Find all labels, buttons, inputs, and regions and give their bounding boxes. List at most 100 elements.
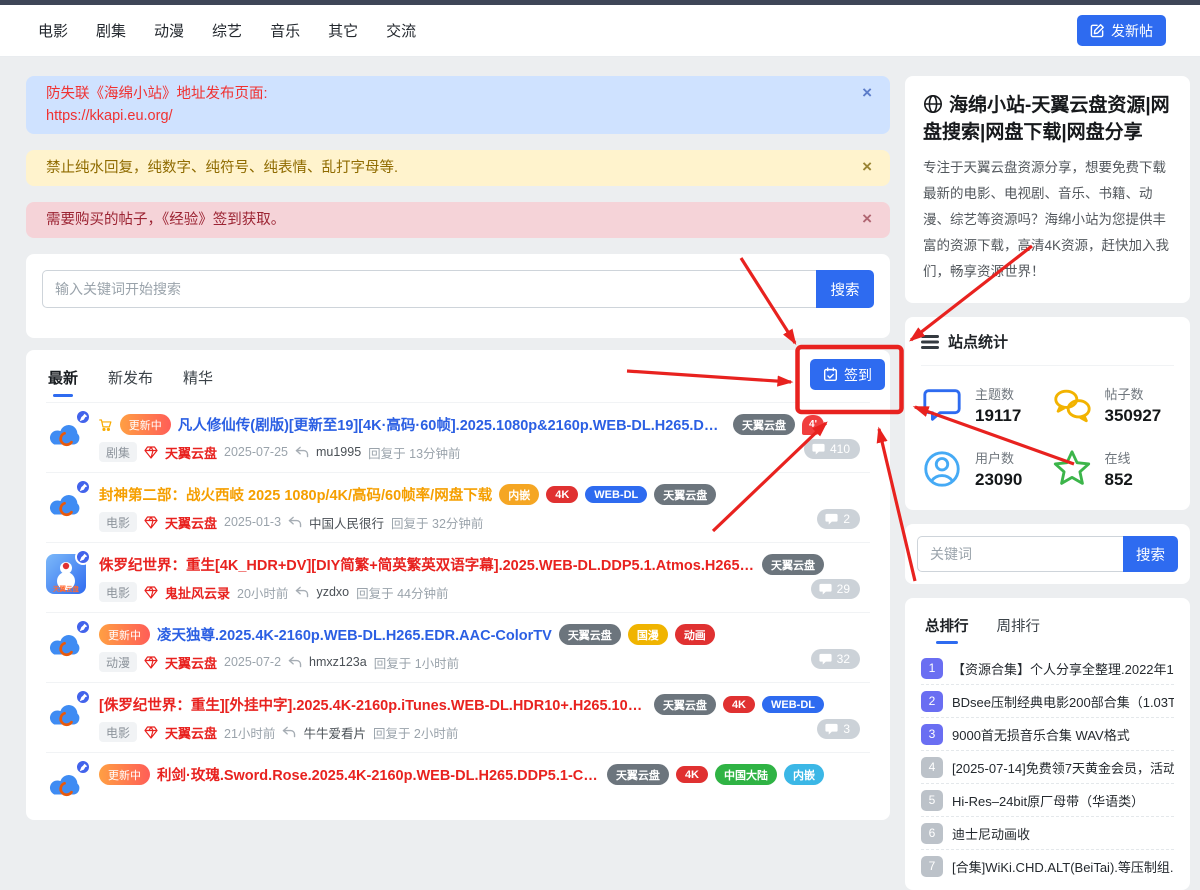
close-icon[interactable]: × bbox=[858, 83, 876, 103]
post-row: 更新中 利剑·玫瑰.Sword.Rose.2025.4K-2160p.WEB-D… bbox=[46, 753, 870, 816]
tag-badge: 4K bbox=[546, 486, 578, 503]
replier-link[interactable]: mu1995 bbox=[316, 445, 361, 459]
calendar-check-icon bbox=[823, 367, 838, 382]
search-button[interactable]: 搜索 bbox=[816, 270, 874, 308]
avatar[interactable] bbox=[46, 484, 86, 524]
search-card: 搜索 bbox=[26, 254, 890, 338]
stat-users: 用户数23090 bbox=[921, 448, 1045, 490]
avatar[interactable] bbox=[46, 414, 86, 454]
nav-movies[interactable]: 电影 bbox=[38, 20, 68, 41]
tab-digest[interactable]: 精华 bbox=[183, 367, 213, 402]
rank-number: 1 bbox=[921, 658, 943, 679]
rank-item[interactable]: 7[合集]WiKi.CHD.ALT(BeiTai).等压制组.1080p. bbox=[921, 850, 1174, 882]
post-title[interactable]: 利剑·玫瑰.Sword.Rose.2025.4K-2160p.WEB-DL.H2… bbox=[157, 764, 600, 785]
avatar[interactable]: 天翼云盘 bbox=[46, 554, 86, 594]
keyword-input[interactable] bbox=[917, 536, 1123, 572]
avatar-caption: 天翼云盘 bbox=[46, 583, 86, 593]
chat-bubble-icon bbox=[921, 384, 963, 426]
comment-count: 3 bbox=[817, 719, 860, 739]
nav-music[interactable]: 音乐 bbox=[270, 20, 300, 41]
rank-item[interactable]: 1【资源合集】个人分享全整理.2022年12 bbox=[921, 652, 1174, 685]
avatar[interactable] bbox=[46, 694, 86, 734]
gem-icon bbox=[144, 656, 158, 669]
gem-icon bbox=[144, 516, 158, 529]
replier-link[interactable]: yzdxo bbox=[316, 585, 349, 599]
owner-link[interactable]: 天翼云盘 bbox=[165, 653, 217, 672]
nav-forum[interactable]: 交流 bbox=[386, 20, 416, 41]
navbar: 电影 剧集 动漫 综艺 音乐 其它 交流 发新帖 bbox=[0, 5, 1200, 57]
rank-item[interactable]: 39000首无损音乐合集 WAV格式 bbox=[921, 718, 1174, 751]
tag-badge: 国漫 bbox=[628, 624, 668, 645]
replier-link[interactable]: 牛牛爱看片 bbox=[303, 723, 366, 742]
owner-link[interactable]: 天翼云盘 bbox=[165, 443, 217, 462]
alert-no-spam: 禁止纯水回复，纯数字、纯符号、纯表情、乱打字母等. × bbox=[26, 150, 890, 186]
reply-icon bbox=[295, 586, 309, 598]
alert-link[interactable]: https://kkapi.eu.org/ bbox=[46, 105, 858, 127]
close-icon[interactable]: × bbox=[858, 157, 876, 177]
replier-link[interactable]: hmxz123a bbox=[309, 655, 367, 669]
rank-item[interactable]: 6迪士尼动画收 bbox=[921, 817, 1174, 850]
tag-badge: WEB-DL bbox=[762, 696, 824, 713]
updating-badge: 更新中 bbox=[120, 414, 171, 435]
comment-bubble-icon bbox=[825, 513, 838, 525]
owner-link[interactable]: 天翼云盘 bbox=[165, 723, 217, 742]
new-post-button[interactable]: 发新帖 bbox=[1077, 15, 1166, 46]
search-input[interactable] bbox=[42, 270, 816, 308]
owner-link[interactable]: 鬼扯风云录 bbox=[165, 583, 230, 602]
post-date: 2025-07-25 bbox=[224, 445, 288, 459]
post-title[interactable]: 凡人修仙传(剧版)[更新至19][4K·高码·60帧].2025.1080p&2… bbox=[178, 414, 726, 435]
post-title[interactable]: 凌天独尊.2025.4K-2160p.WEB-DL.H265.EDR.AAC-C… bbox=[157, 624, 552, 645]
site-info-card: 海绵小站-天翼云盘资源|网盘搜索|网盘下载|网盘分享 专注于天翼云盘资源分享，想… bbox=[905, 76, 1190, 303]
comment-count: 410 bbox=[804, 439, 860, 459]
keyword-search-button[interactable]: 搜索 bbox=[1123, 536, 1178, 572]
post-title[interactable]: 封神第二部：战火西岐 2025 1080p/4K/高码/60帧率/网盘下载 bbox=[99, 484, 492, 505]
tag-badge: 天翼云盘 bbox=[762, 554, 824, 575]
rank-item[interactable]: 4[2025-07-14]免费领7天黄金会员，活动依旧 bbox=[921, 751, 1174, 784]
nav-series[interactable]: 剧集 bbox=[96, 20, 126, 41]
nav-other[interactable]: 其它 bbox=[328, 20, 358, 41]
tag-badge: 天翼云盘 bbox=[559, 624, 621, 645]
stats-title: 站点统计 bbox=[948, 331, 1008, 352]
avatar[interactable] bbox=[46, 624, 86, 664]
avatar[interactable] bbox=[46, 764, 86, 804]
site-stats-card: 站点统计 主题数19117 帖子数350927 用户数23090 在线852 bbox=[905, 317, 1190, 510]
pin-icon bbox=[75, 479, 91, 495]
rank-item[interactable]: 2BDsee压制经典电影200部合集（1.03T) bbox=[921, 685, 1174, 718]
comment-bubble-icon bbox=[819, 653, 832, 665]
tag-badge: 天翼云盘 bbox=[607, 764, 669, 785]
nav-variety[interactable]: 综艺 bbox=[212, 20, 242, 41]
tab-latest[interactable]: 最新 bbox=[48, 367, 78, 402]
keyword-search-card: 搜索 bbox=[905, 524, 1190, 584]
tab-rank-weekly[interactable]: 周排行 bbox=[997, 615, 1041, 644]
rank-number: 5 bbox=[921, 790, 943, 811]
category-badge: 电影 bbox=[99, 722, 137, 742]
checkin-button[interactable]: 签到 bbox=[810, 359, 885, 390]
post-row: 天翼云盘 侏罗纪世界：重生[4K_HDR+DV][DIY简繁+简英繁英双语字幕]… bbox=[46, 543, 870, 613]
reply-time: 回复于 1小时前 bbox=[374, 653, 459, 672]
post-title[interactable]: 侏罗纪世界：重生[4K_HDR+DV][DIY简繁+简英繁英双语字幕].2025… bbox=[99, 554, 755, 575]
rank-number: 6 bbox=[921, 823, 943, 844]
tab-newly[interactable]: 新发布 bbox=[108, 367, 153, 402]
updating-badge: 更新中 bbox=[99, 764, 150, 785]
alert-line: 禁止纯水回复，纯数字、纯符号、纯表情、乱打字母等. bbox=[46, 157, 858, 179]
tag-badge: 4K bbox=[723, 696, 755, 713]
owner-link[interactable]: 天翼云盘 bbox=[165, 513, 217, 532]
post-title[interactable]: [侏罗纪世界：重生][外挂中字].2025.4K-2160p.iTunes.WE… bbox=[99, 694, 647, 715]
nav-anime[interactable]: 动漫 bbox=[154, 20, 184, 41]
hot-badge: 4' bbox=[802, 415, 824, 435]
stat-online: 在线852 bbox=[1051, 448, 1175, 490]
comment-bubble-icon bbox=[825, 723, 838, 735]
post-row: 封神第二部：战火西岐 2025 1080p/4K/高码/60帧率/网盘下载 内嵌… bbox=[46, 473, 870, 543]
replier-link[interactable]: 中国人民很行 bbox=[309, 513, 384, 532]
rank-item[interactable]: 5Hi-Res–24bit原厂母带（华语类） bbox=[921, 784, 1174, 817]
gem-icon bbox=[144, 446, 158, 459]
pin-icon bbox=[75, 549, 91, 565]
tab-rank-total[interactable]: 总排行 bbox=[925, 615, 969, 644]
double-bubbles-icon bbox=[1051, 384, 1093, 426]
pin-icon bbox=[75, 619, 91, 635]
nav-links: 电影 剧集 动漫 综艺 音乐 其它 交流 bbox=[38, 20, 416, 41]
reply-time: 回复于 13分钟前 bbox=[368, 443, 460, 462]
close-icon[interactable]: × bbox=[858, 209, 876, 229]
gem-icon bbox=[144, 726, 158, 739]
reply-icon bbox=[288, 516, 302, 528]
